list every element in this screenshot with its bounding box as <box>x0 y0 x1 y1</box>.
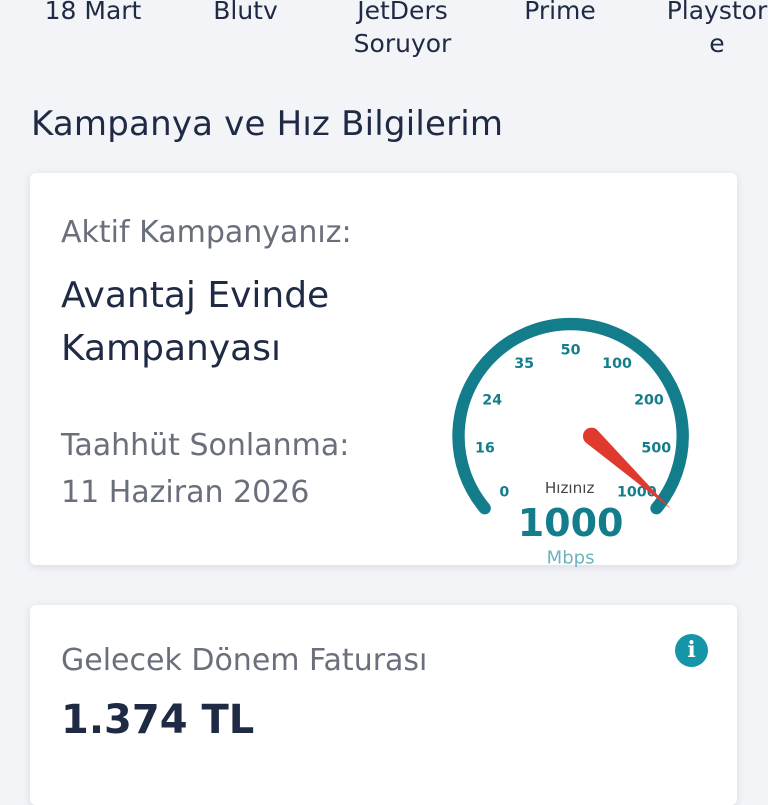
speed-scale-label: 16 <box>475 440 495 456</box>
campaign-tabs: 18 Mart Blutv JetDers Soruyor Prime Play… <box>0 0 768 70</box>
campaign-card: Aktif Kampanyanız: Avantaj Evinde Kampan… <box>30 173 737 569</box>
info-icon[interactable]: i <box>675 634 708 667</box>
speed-scale-label: 100 <box>602 356 632 372</box>
speed-scale-label: 35 <box>514 356 534 372</box>
speed-unit: Mbps <box>547 548 595 569</box>
invoice-amount: 1.374 TL <box>61 697 255 743</box>
speed-scale-label: 24 <box>482 392 502 408</box>
speed-value: 1000 <box>518 501 624 545</box>
speed-scale-label: 500 <box>641 440 671 456</box>
tab-prime[interactable]: Prime <box>510 0 610 27</box>
commitment-end-date: 11 Haziran 2026 <box>61 475 310 510</box>
speedometer: 0162435501002005001000 Hızınız 1000 Mbps <box>452 317 689 569</box>
next-invoice-label: Gelecek Dönem Faturası <box>61 643 428 678</box>
speed-scale-label: 0 <box>499 485 509 501</box>
next-invoice-card: Gelecek Dönem Faturası i 1.374 TL <box>30 605 737 805</box>
commitment-end-label: Taahhüt Sonlanma: <box>61 428 350 463</box>
tab-blutv[interactable]: Blutv <box>198 0 293 27</box>
section-title: Kampanya ve Hız Bilgilerim <box>31 104 504 144</box>
tab-18-mart[interactable]: 18 Mart <box>38 0 148 27</box>
speed-caption: Hızınız <box>545 479 595 497</box>
tab-jetders-soruyor[interactable]: JetDers Soruyor <box>335 0 470 60</box>
speed-scale-label: 50 <box>561 343 581 359</box>
campaign-name: Avantaj Evinde Kampanyası <box>61 275 330 369</box>
speed-scale-label: 200 <box>634 392 664 408</box>
tab-playstore[interactable]: Playstor e <box>662 0 768 60</box>
active-campaign-label: Aktif Kampanyanız: <box>61 215 352 250</box>
